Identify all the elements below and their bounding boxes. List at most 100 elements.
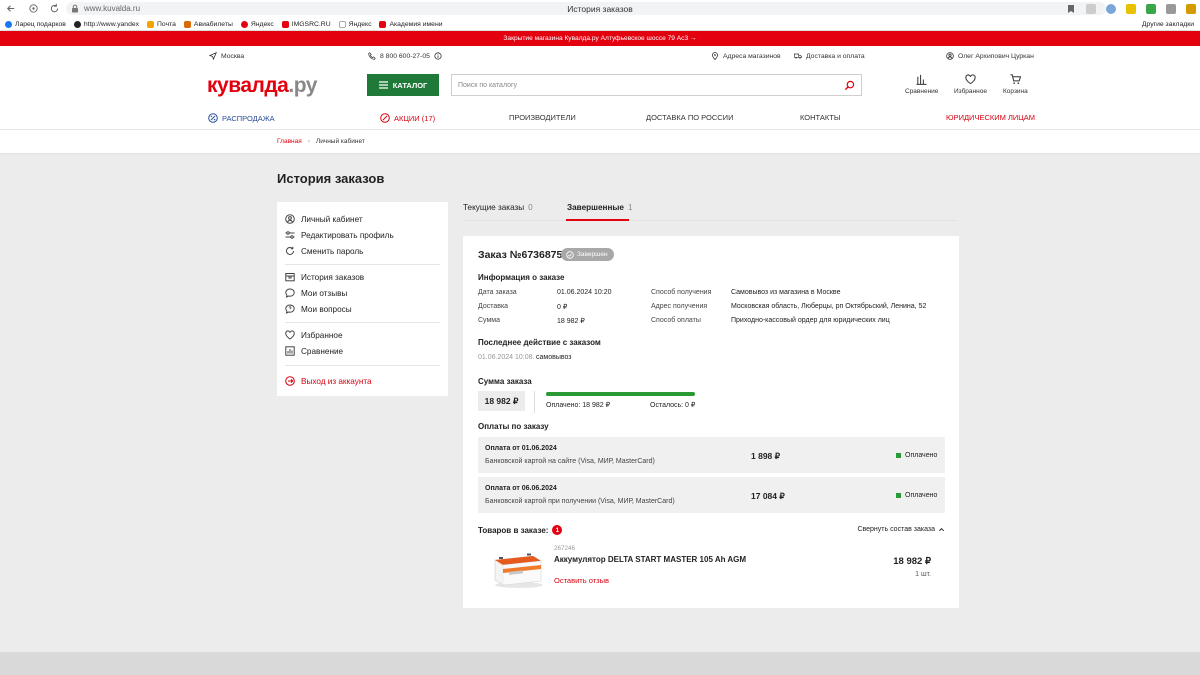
catalog-label: КАТАЛОГ: [392, 80, 428, 90]
active-tab-indicator: [566, 219, 629, 221]
tab-label: Текущие заказы: [463, 203, 525, 212]
bookmark-item[interactable]: Яндекс: [240, 21, 274, 28]
search-box[interactable]: [451, 74, 862, 96]
sidebar-item-questions[interactable]: Мои вопросы: [285, 304, 352, 314]
compare-label: Сравнение: [905, 88, 939, 95]
page-footer-edge: [0, 652, 1200, 675]
logout-icon: [285, 376, 295, 386]
tab-current-orders[interactable]: Текущие заказы 0: [463, 203, 533, 212]
shield-icon[interactable]: [1146, 3, 1156, 14]
sidebar-item-order-history[interactable]: История заказов: [285, 272, 364, 282]
academy-icon: [379, 21, 387, 28]
catalog-button[interactable]: КАТАЛОГ: [367, 74, 439, 96]
menu-legal[interactable]: ЮРИДИЧЕСКИМ ЛИЦАМ: [946, 113, 1035, 122]
sliders-icon: [285, 231, 295, 239]
extension-icon[interactable]: [1126, 3, 1136, 14]
menu-promotions[interactable]: АКЦИИ (17): [380, 113, 435, 123]
payment-method-label: Способ оплаты: [651, 317, 701, 324]
product-name[interactable]: Аккумулятор DELTA START MASTER 105 Ah AG…: [554, 555, 746, 564]
status-badge: Завершен: [561, 248, 614, 261]
sidebar-item-label: Избранное: [301, 330, 343, 340]
sidebar-item-account[interactable]: Личный кабинет: [285, 214, 363, 224]
bookmark-item[interactable]: Яндекс: [338, 21, 371, 28]
page-title: История заказов: [277, 171, 385, 186]
favorites-label: Избранное: [954, 88, 987, 95]
percent-badge-icon: [208, 113, 218, 123]
order-total-heading: Сумма заказа: [478, 377, 532, 386]
bookmark-item[interactable]: Почта: [147, 21, 176, 28]
bookmark-item[interactable]: IMGSRC.RU: [281, 21, 331, 28]
other-bookmarks[interactable]: Другие закладки: [1142, 21, 1194, 28]
user-name: Олег Архипович Цуркан: [958, 52, 1034, 60]
payment-method-value: Приходно-кассовый ордер для юридических …: [731, 317, 890, 324]
sidebar-item-favorites[interactable]: Избранное: [285, 330, 343, 340]
phone-number[interactable]: 8 800 600-27-05: [368, 52, 442, 60]
extension-icon[interactable]: [1086, 3, 1096, 14]
payment-progress-bar: [546, 392, 695, 396]
bookmark-item[interactable]: Ларец подарков: [5, 21, 66, 28]
question-icon: [285, 304, 295, 314]
order-number: Заказ №67368757: [478, 249, 569, 261]
payment-method: Банковской картой на сайте (Visa, МИР, M…: [485, 458, 655, 465]
battery-product-image[interactable]: [489, 548, 545, 590]
promo-banner[interactable]: Закрытие магазина Кувалда.ру Алтуфьевско…: [0, 31, 1200, 46]
menu-icon: [378, 81, 388, 89]
goods-count-badge: 1: [552, 525, 563, 535]
delivery-link[interactable]: Доставка и оплата: [794, 52, 865, 60]
sidebar-item-compare[interactable]: Сравнение: [285, 346, 343, 356]
promo-percent-icon: [380, 113, 390, 123]
remaining-amount: Осталось: 0 ₽: [650, 402, 696, 409]
mail-icon: [147, 21, 155, 28]
bookmark-star-icon[interactable]: [1066, 4, 1076, 14]
user-account-link[interactable]: Олег Архипович Цуркан: [946, 52, 1034, 60]
heart-icon: [285, 330, 295, 340]
search-input[interactable]: [452, 75, 832, 95]
bookmark-item[interactable]: http://www.yandex: [73, 21, 139, 28]
store-addresses-link[interactable]: Адреса магазинов: [711, 52, 781, 60]
bookmark-item[interactable]: Академия имени: [379, 21, 443, 28]
menu-delivery[interactable]: ДОСТАВКА ПО РОССИИ: [646, 113, 733, 122]
tab-count: 0: [528, 203, 533, 212]
goods-heading: Товаров в заказе: 1: [478, 525, 563, 535]
chat-icon: [285, 288, 295, 298]
extension-icon[interactable]: [1166, 3, 1176, 14]
phone-icon: [368, 52, 376, 60]
last-action-heading: Последнее действие с заказом: [478, 338, 601, 347]
menu-contacts[interactable]: КОНТАКТЫ: [800, 113, 840, 122]
info-icon[interactable]: [434, 52, 442, 60]
sidebar-item-change-password[interactable]: Сменить пароль: [285, 246, 363, 256]
sidebar-divider: [285, 264, 440, 265]
menu-producers[interactable]: ПРОИЗВОДИТЕЛИ: [509, 113, 576, 122]
collapse-goods-button[interactable]: Свернуть состав заказа: [857, 526, 945, 533]
pin-icon: [712, 52, 718, 60]
tab-completed-orders[interactable]: Завершенные 1: [567, 203, 633, 212]
chart-icon: [285, 346, 295, 356]
city-selector[interactable]: Москва: [209, 52, 244, 60]
collapse-label: Свернуть состав заказа: [857, 526, 935, 533]
breadcrumb-current: Личный кабинет: [315, 138, 365, 145]
delivery-label: Доставка и оплата: [806, 52, 865, 60]
compare-button[interactable]: Сравнение: [905, 74, 938, 95]
logo-text: кувалда: [207, 74, 289, 97]
bookmark-item[interactable]: Авиабилеты: [183, 21, 233, 28]
menu-sale[interactable]: РАСПРОДАЖА: [208, 113, 275, 123]
divider: [534, 391, 535, 413]
location-arrow-icon: [209, 52, 217, 60]
logout-button[interactable]: Выход из аккаунта: [285, 376, 372, 386]
sidebar-item-edit-profile[interactable]: Редактировать профиль: [285, 230, 394, 240]
favorites-button[interactable]: Избранное: [954, 74, 987, 95]
extension-icon[interactable]: [1186, 3, 1196, 14]
site-logo[interactable]: кувалда.ру: [207, 74, 317, 98]
sidebar-item-reviews[interactable]: Мои отзывы: [285, 288, 347, 298]
cart-button[interactable]: Корзина: [1003, 74, 1028, 95]
search-icon[interactable]: [844, 80, 855, 91]
status-dot-icon: [896, 453, 901, 458]
breadcrumb-home[interactable]: Главная: [277, 138, 302, 145]
box-icon: [285, 273, 295, 282]
extension-icon[interactable]: [1106, 3, 1116, 14]
sidebar-item-label: Мои вопросы: [301, 304, 352, 314]
leave-review-link[interactable]: Оставить отзыв: [554, 576, 609, 585]
logo-suffix: .ру: [288, 74, 317, 97]
user-icon: [946, 52, 954, 60]
receive-method-value: Самовывоз из магазина в Москве: [731, 289, 841, 296]
